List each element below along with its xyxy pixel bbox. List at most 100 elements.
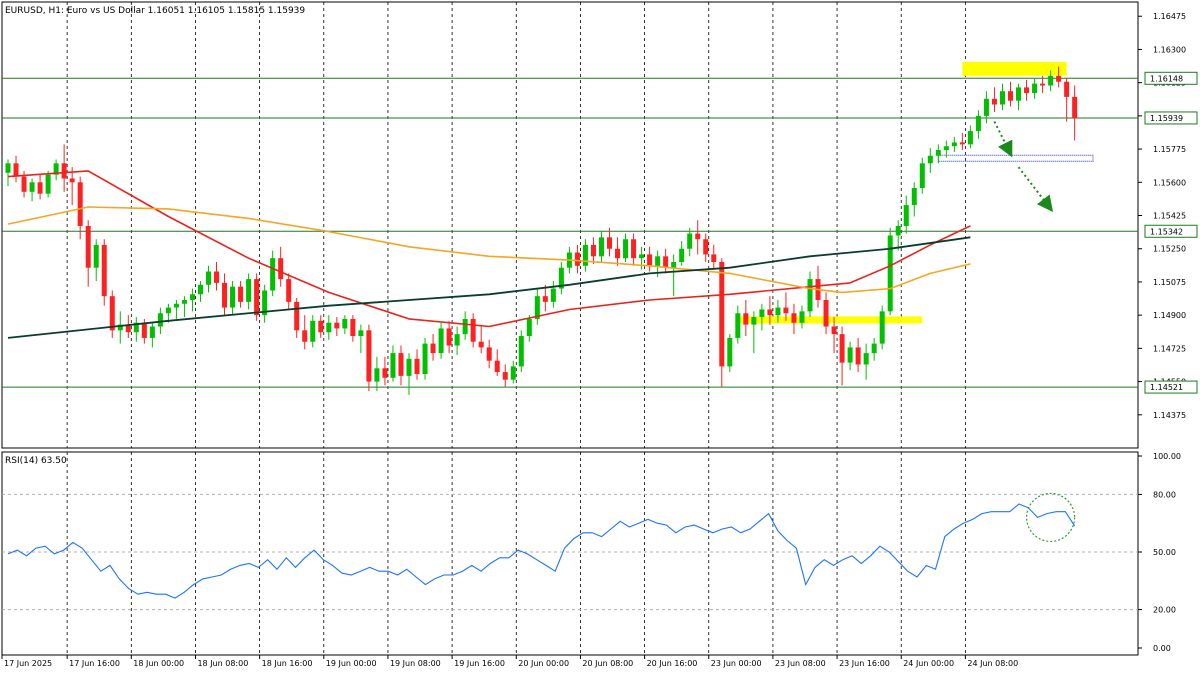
candle-body <box>799 311 805 323</box>
level-price-label: 1.15939 <box>1150 114 1183 123</box>
candle-body <box>711 254 717 263</box>
candle-body <box>655 256 661 266</box>
candle-body <box>462 318 468 335</box>
price-tick-label: 1.16475 <box>1153 12 1186 21</box>
candle-body <box>967 131 973 145</box>
candle <box>879 305 885 350</box>
candle-body <box>149 326 155 338</box>
candle-body <box>927 155 933 164</box>
candle-body <box>582 244 588 266</box>
price-tick-label: 1.15775 <box>1153 145 1186 154</box>
candle-body <box>61 163 67 179</box>
candle-body <box>374 368 380 382</box>
candle-body <box>775 307 781 316</box>
candle-body <box>1072 96 1078 118</box>
candle-body <box>21 176 27 192</box>
candle-body <box>895 225 901 236</box>
candle-body <box>526 318 532 337</box>
candle-body <box>478 341 484 348</box>
candle-body <box>671 262 677 268</box>
candle-body <box>37 182 43 194</box>
rsi-title: RSI(14) 63.50 <box>5 456 67 466</box>
candle-body <box>109 296 115 331</box>
candle-body <box>695 233 701 240</box>
candle-body <box>438 328 444 354</box>
time-tick-label: 20 Jun 16:00 <box>647 659 698 668</box>
candle-body <box>406 358 412 376</box>
candle-body <box>887 235 893 312</box>
candle-body <box>542 296 548 302</box>
candle <box>727 334 733 373</box>
candle-body <box>767 309 773 316</box>
candle-body <box>1056 76 1062 82</box>
candle-body <box>358 330 364 337</box>
candle-body <box>1016 87 1022 101</box>
candle-body <box>623 239 629 259</box>
candle-body <box>141 322 147 338</box>
candle-body <box>550 288 556 302</box>
candle-body <box>446 328 452 346</box>
level-price-label: 1.15342 <box>1150 227 1183 236</box>
candle-body <box>631 239 637 259</box>
candle-body <box>318 320 324 333</box>
candle-body <box>414 358 420 374</box>
candle-body <box>510 366 516 380</box>
candle-body <box>647 254 653 266</box>
candle-body <box>222 282 228 308</box>
price-chart[interactable]: EURUSD, H1: Euro vs US Dollar 1.16051 1.… <box>0 0 1200 675</box>
candle-body <box>743 313 749 325</box>
candle-body <box>703 239 709 255</box>
candle-body <box>598 237 604 257</box>
price-tick-label: 1.16300 <box>1153 45 1186 54</box>
candle-body <box>77 182 83 226</box>
time-tick-label: 17 Jun 16:00 <box>69 659 120 668</box>
candle-body <box>454 334 460 346</box>
time-tick-label: 23 Jun 08:00 <box>775 659 826 668</box>
candle-body <box>983 98 989 116</box>
rsi-tick-label: 20.00 <box>1153 606 1176 615</box>
candle-body <box>181 299 187 304</box>
price-tick-label: 1.15075 <box>1153 278 1186 287</box>
time-tick-label: 18 Jun 16:00 <box>262 659 313 668</box>
candle-body <box>719 262 725 367</box>
candle-body <box>197 284 203 295</box>
candle <box>45 170 51 198</box>
rsi-tick-label: 50.00 <box>1153 548 1176 557</box>
candle-body <box>999 91 1005 105</box>
candle-body <box>679 248 685 263</box>
candle-body <box>518 336 524 367</box>
time-tick-label: 23 Jun 00:00 <box>711 659 762 668</box>
candle-body <box>470 318 476 342</box>
candle-body <box>230 286 236 308</box>
candle-body <box>590 244 596 257</box>
time-tick-label: 20 Jun 08:00 <box>582 659 633 668</box>
candle-body <box>943 146 949 151</box>
candle-body <box>919 163 925 188</box>
candle-body <box>45 174 51 194</box>
highlight-zone <box>737 316 923 324</box>
candle-body <box>486 347 492 361</box>
candle-body <box>1008 91 1013 101</box>
candle-body <box>69 178 75 183</box>
time-tick-label: 23 Jun 16:00 <box>839 659 890 668</box>
candle-body <box>855 347 861 365</box>
candle-body <box>727 337 733 367</box>
candle-body <box>93 244 99 268</box>
price-tick-label: 1.15250 <box>1153 245 1186 254</box>
candle-body <box>871 343 877 354</box>
candle-body <box>911 187 917 206</box>
time-tick-label: 24 Jun 00:00 <box>903 659 954 668</box>
price-tick-label: 1.14375 <box>1153 411 1186 420</box>
candle-body <box>1064 81 1070 97</box>
candle-body <box>366 330 372 382</box>
chart-background <box>0 0 1200 675</box>
candle-body <box>991 98 997 105</box>
rsi-tick-label: 80.00 <box>1153 490 1176 499</box>
candle-body <box>214 271 220 283</box>
time-tick-label: 19 Jun 08:00 <box>390 659 441 668</box>
candle-body <box>1040 83 1046 86</box>
candle-body <box>165 307 171 314</box>
candle-body <box>639 254 645 259</box>
chart-title: EURUSD, H1: Euro vs US Dollar 1.16051 1.… <box>5 6 305 16</box>
candle-body <box>189 294 195 300</box>
